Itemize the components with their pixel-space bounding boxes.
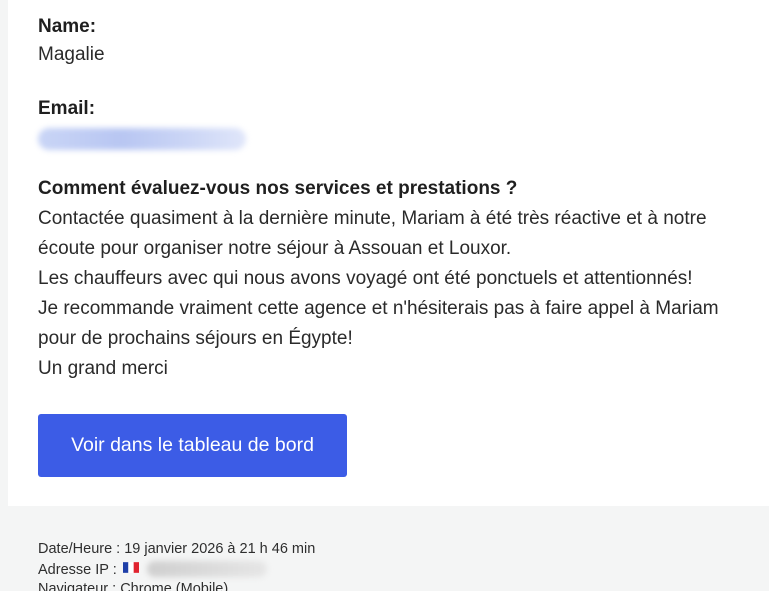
rating-question-field: Comment évaluez-vous nos services et pre… — [38, 178, 763, 384]
browser-row: Navigateur : Chrome (Mobile) — [38, 581, 229, 591]
ip-row: Adresse IP : — [38, 560, 758, 581]
question-label: Comment évaluez-vous nos services et pre… — [38, 178, 518, 199]
redacted-ip-blur — [146, 561, 267, 577]
view-dashboard-button[interactable]: Voir dans le tableau de bord — [38, 414, 347, 477]
datetime-row: Date/Heure : 19 janvier 2026 à 21 h 46 m… — [38, 541, 316, 557]
answer-line: Un grand merci — [38, 358, 168, 379]
answer-line: Contactée quasiment à la dernière minute… — [38, 208, 707, 229]
email-value-redacted[interactable] — [38, 128, 246, 155]
name-label: Name: — [38, 16, 97, 37]
name-value: Magalie — [38, 44, 105, 65]
answer-line: écoute pour organiser notre séjour à Ass… — [38, 238, 512, 259]
email-label: Email: — [38, 98, 96, 119]
answer-line: Je recommande vraiment cette agence et n… — [38, 298, 719, 319]
email-field: Email: — [38, 98, 246, 155]
answer-text: Contactée quasiment à la dernière minute… — [38, 204, 763, 384]
form-submission-card: Name: Magalie Email: Comment évaluez-vou… — [8, 0, 769, 506]
browser-row-clipped: Navigateur : Chrome (Mobile) — [38, 581, 758, 591]
submission-metadata: Date/Heure : 19 janvier 2026 à 21 h 46 m… — [38, 539, 758, 591]
name-field: Name: Magalie — [38, 16, 105, 70]
redacted-email-blur — [38, 128, 246, 150]
france-flag-icon — [122, 562, 139, 573]
ip-label: Adresse IP : — [38, 562, 117, 578]
answer-line: Les chauffeurs avec qui nous avons voyag… — [38, 268, 693, 289]
answer-line: pour de prochains séjours en Égypte! — [38, 328, 353, 349]
